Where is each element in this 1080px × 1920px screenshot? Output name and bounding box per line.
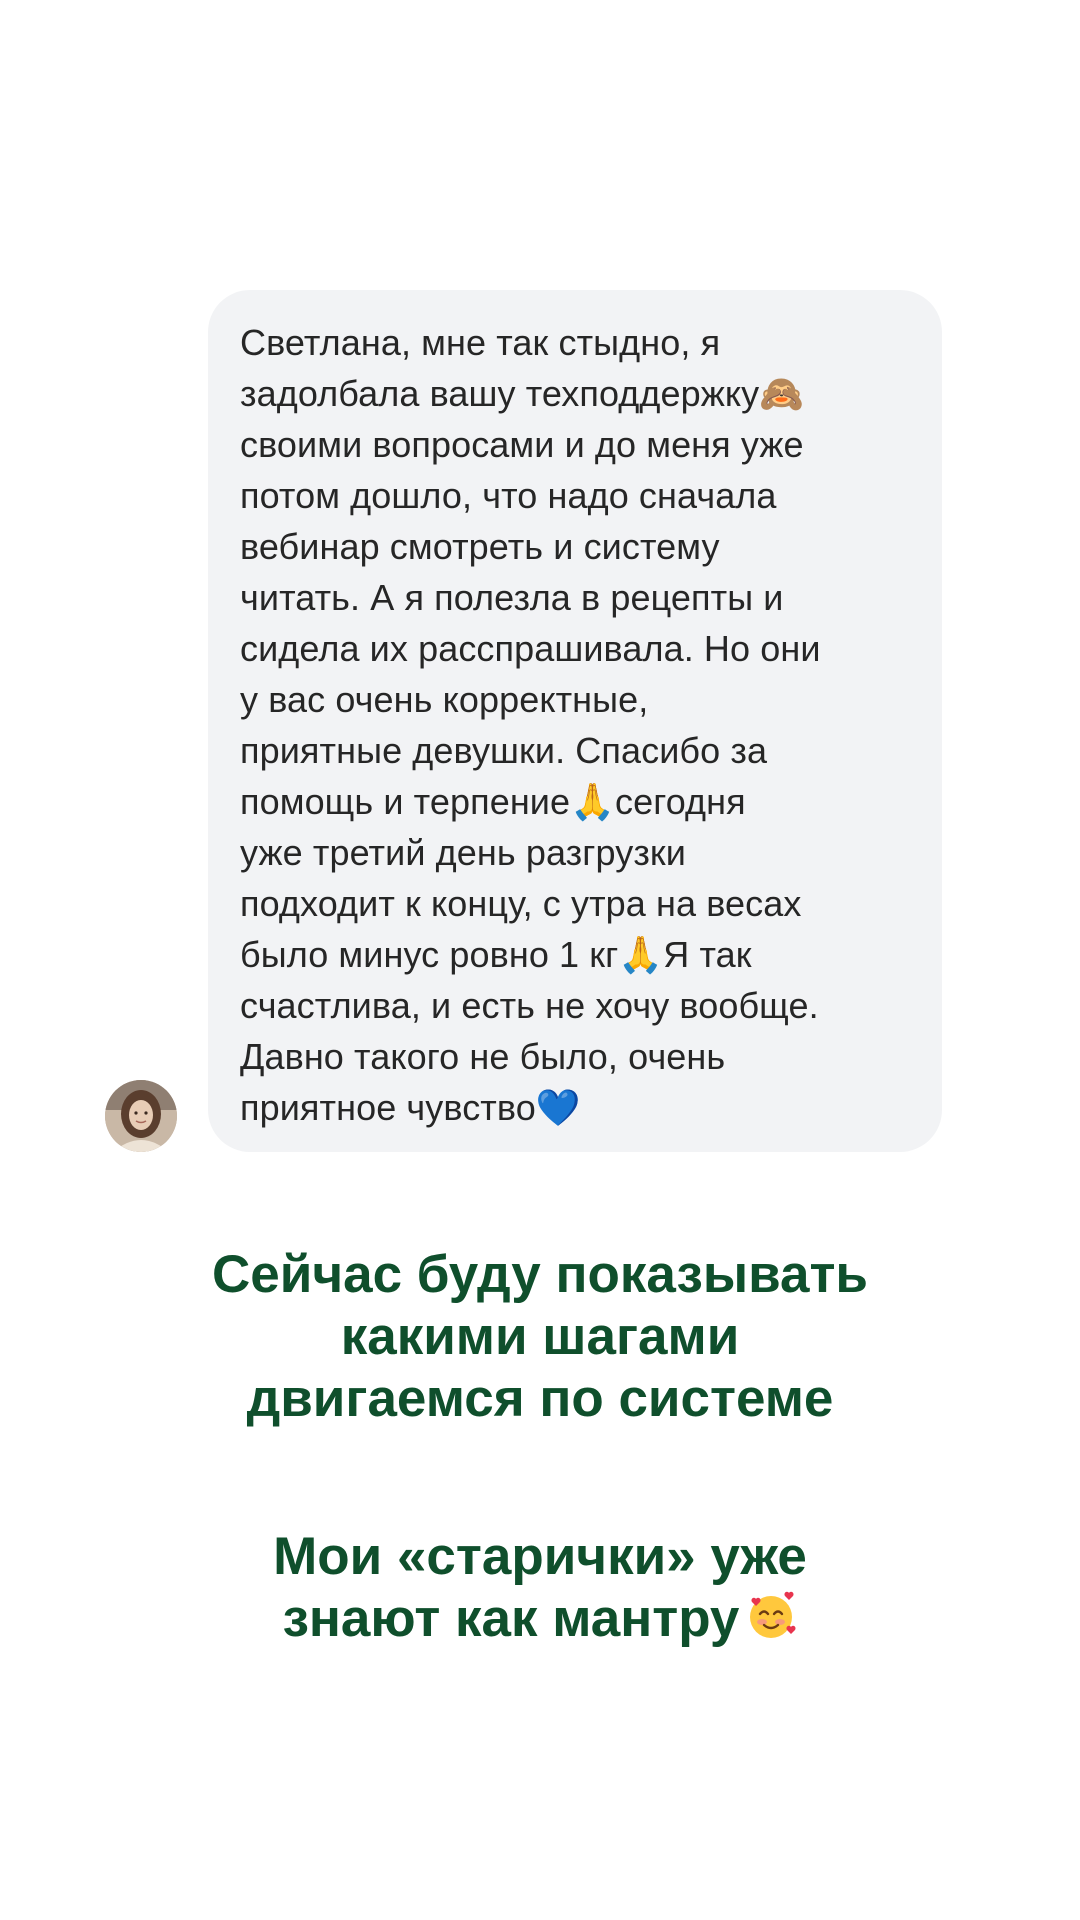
caption-line: двигаемся по системе xyxy=(246,1369,834,1428)
message-line: счастлива, и есть не хочу вообще. xyxy=(240,985,819,1026)
caption-line-with-emoji: знают как мантру xyxy=(0,1588,1080,1650)
message-line: помощь и терпение🙏сегодня xyxy=(240,781,746,822)
message-line: приятные девушки. Спасибо за xyxy=(240,730,768,771)
message-line: было минус ровно 1 кг🙏Я так xyxy=(240,934,752,975)
avatar-photo-icon xyxy=(105,1080,177,1152)
caption-line-text: знают как мантру xyxy=(282,1589,740,1648)
story-caption-steps: Сейчас буду показывать какими шагами дви… xyxy=(0,1244,1080,1430)
story-caption-mantra: Мои «старички» уже знают как мантру xyxy=(0,1526,1080,1650)
message-line: приятное чувство💙 xyxy=(240,1087,581,1128)
message-line: сидела их расспрашивала. Но они xyxy=(240,628,821,669)
chat-message-row: Светлана, мне так стыдно, я задолбала ва… xyxy=(0,0,1080,1160)
message-line: читать. А я полезла в рецепты и xyxy=(240,577,784,618)
smiling-face-with-hearts-icon xyxy=(750,1591,796,1638)
message-bubble[interactable]: Светлана, мне так стыдно, я задолбала ва… xyxy=(208,290,942,1152)
message-line: Светлана, мне так стыдно, я xyxy=(240,322,721,363)
message-line: потом дошло, что надо сначала xyxy=(240,475,777,516)
sender-avatar[interactable] xyxy=(105,1080,177,1152)
caption-line: Сейчас буду показывать xyxy=(211,1245,868,1304)
message-line: своими вопросами и до меня уже xyxy=(240,424,804,465)
message-text: Светлана, мне так стыдно, я задолбала ва… xyxy=(240,317,914,1133)
message-line: вебинар смотреть и систему xyxy=(240,526,720,567)
message-line: уже третий день разгрузки xyxy=(240,832,686,873)
message-line: у вас очень корректные, xyxy=(240,679,649,720)
message-line: Давно такого не было, очень xyxy=(240,1036,726,1077)
caption-line: Мои «старички» уже xyxy=(273,1527,807,1586)
message-line: задолбала вашу техподдержку🙈 xyxy=(240,373,805,414)
message-line: подходит к концу, с утра на весах xyxy=(240,883,802,924)
caption-line: какими шагами xyxy=(340,1307,740,1366)
